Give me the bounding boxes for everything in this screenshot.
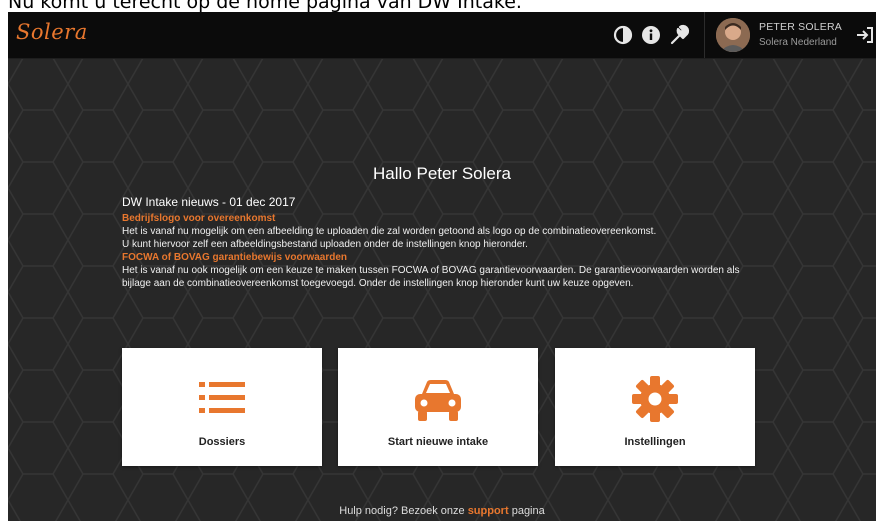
instellingen-card[interactable]: Instellingen <box>555 348 755 466</box>
header-divider <box>704 12 705 58</box>
logout-icon[interactable] <box>854 24 876 46</box>
help-text: Hulp nodig? Bezoek onze support pagina <box>8 505 876 517</box>
news-title: DW Intake nieuws - 01 dec 2017 <box>122 195 296 209</box>
start-intake-label: Start nieuwe intake <box>387 436 489 448</box>
news-body: U kunt hiervoor zelf een afbeeldingsbest… <box>122 239 528 250</box>
avatar-image <box>716 18 750 52</box>
support-link[interactable]: support <box>468 505 509 517</box>
news-body: Het is vanaf nu ook mogelijk om een keuz… <box>122 265 740 289</box>
news-section: DW Intake nieuws - 01 dec 2017 Bedrijfsl… <box>122 194 762 290</box>
dossiers-card[interactable]: Dossiers <box>122 348 322 466</box>
start-intake-card[interactable]: Start nieuwe intake <box>338 348 538 466</box>
help-prefix: Hulp nodig? Bezoek onze <box>339 505 465 517</box>
news-body: Het is vanaf nu mogelijk om een afbeeldi… <box>122 226 657 237</box>
instellingen-label: Instellingen <box>624 436 686 448</box>
dossiers-label: Dossiers <box>198 436 246 448</box>
user-name[interactable]: PETER SOLERA <box>759 21 842 33</box>
solera-logo[interactable]: Solera <box>16 20 88 44</box>
wrench-icon[interactable] <box>668 24 690 46</box>
help-suffix: pagina <box>511 505 545 517</box>
news-heading: Bedrijfslogo voor overeenkomst <box>122 213 276 224</box>
car-icon <box>415 380 461 421</box>
app-window: Solera PETER SOLERA Solera Nederland Hal… <box>8 12 876 521</box>
top-bar: Solera PETER SOLERA Solera Nederland <box>8 12 876 59</box>
list-icon <box>199 382 245 413</box>
info-icon[interactable] <box>640 24 662 46</box>
greeting: Hallo Peter Solera <box>373 164 511 183</box>
avatar[interactable] <box>716 18 750 52</box>
news-heading: FOCWA of BOVAG garantiebewijs voorwaarde… <box>122 252 348 263</box>
user-organization: Solera Nederland <box>759 37 837 48</box>
contrast-icon[interactable] <box>612 24 634 46</box>
gear-icon <box>632 376 678 422</box>
